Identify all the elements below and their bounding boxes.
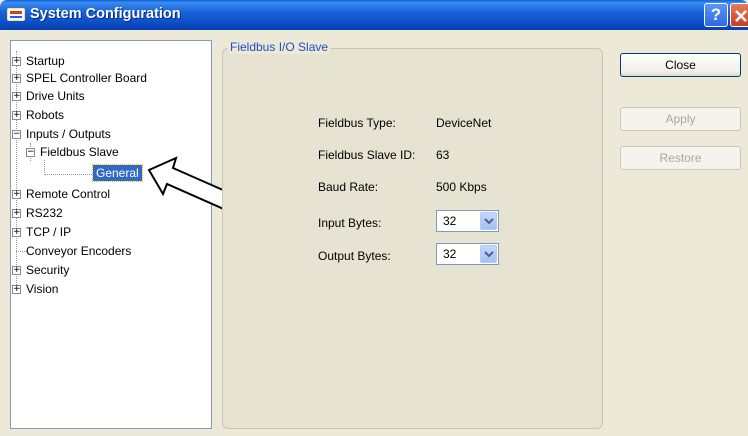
- tree-connector: [44, 160, 45, 175]
- expand-icon[interactable]: +: [12, 92, 21, 101]
- tree-item-label: Robots: [26, 108, 65, 122]
- expand-icon[interactable]: +: [12, 57, 21, 66]
- expand-icon[interactable]: +: [12, 111, 21, 120]
- tree-item-label: Vision: [26, 282, 59, 296]
- tree-item-label: General: [92, 164, 143, 182]
- tree-connector: [16, 51, 17, 291]
- chevron-down-icon: [484, 218, 494, 225]
- expand-icon[interactable]: +: [12, 285, 21, 294]
- tree-connector: [44, 174, 94, 175]
- tree-item-label: Remote Control: [26, 187, 111, 201]
- system-configuration-window: System Configuration ? + Startup + SPEL …: [0, 0, 748, 436]
- output-bytes-value: 32: [443, 247, 457, 261]
- collapse-icon[interactable]: −: [12, 130, 21, 139]
- baud-rate-value: 500 Kbps: [436, 180, 487, 194]
- expand-icon[interactable]: +: [12, 266, 21, 275]
- output-bytes-select[interactable]: 32: [436, 243, 499, 265]
- fieldbus-io-slave-group: [222, 48, 603, 429]
- output-bytes-label: Output Bytes:: [318, 249, 391, 263]
- baud-rate-label: Baud Rate:: [318, 180, 379, 194]
- input-bytes-label: Input Bytes:: [318, 216, 382, 230]
- window-close-button[interactable]: [730, 3, 748, 27]
- expand-icon[interactable]: +: [12, 74, 21, 83]
- expand-icon[interactable]: +: [12, 209, 21, 218]
- app-window-icon: [7, 8, 25, 21]
- input-bytes-dropdown-button[interactable]: [480, 212, 497, 230]
- title-bar[interactable]: System Configuration ?: [0, 0, 748, 30]
- output-bytes-dropdown-button[interactable]: [480, 245, 497, 263]
- input-bytes-select[interactable]: 32: [436, 210, 499, 232]
- tree-item-label: Security: [26, 263, 70, 277]
- fieldbus-type-value: DeviceNet: [436, 116, 492, 130]
- window-title: System Configuration: [30, 6, 181, 22]
- apply-button[interactable]: Apply: [620, 107, 741, 131]
- tree-item-label: RS232: [26, 206, 63, 220]
- tree-item-label: Startup: [26, 54, 65, 68]
- close-button[interactable]: Close: [620, 53, 741, 77]
- chevron-down-icon: [484, 251, 494, 258]
- tree-item-label: TCP / IP: [26, 225, 72, 239]
- expand-icon[interactable]: +: [12, 228, 21, 237]
- tree-item-label: Fieldbus Slave: [40, 145, 119, 159]
- help-button[interactable]: ?: [704, 3, 728, 27]
- group-title: Fieldbus I/O Slave: [228, 40, 331, 54]
- collapse-icon[interactable]: −: [26, 148, 35, 157]
- expand-icon[interactable]: +: [12, 190, 21, 199]
- input-bytes-value: 32: [443, 214, 457, 228]
- close-icon: [735, 10, 747, 22]
- restore-button[interactable]: Restore: [620, 146, 741, 170]
- tree-item-label: Inputs / Outputs: [26, 127, 111, 141]
- fieldbus-type-label: Fieldbus Type:: [318, 116, 396, 130]
- tree-item-label: Drive Units: [26, 89, 85, 103]
- tree-item-label: Conveyor Encoders: [26, 244, 132, 258]
- fieldbus-slave-id-value: 63: [436, 148, 450, 162]
- tree-item-label: SPEL Controller Board: [26, 71, 147, 85]
- fieldbus-slave-id-label: Fieldbus Slave ID:: [318, 148, 416, 162]
- configuration-tree[interactable]: + Startup + SPEL Controller Board + Driv…: [10, 40, 212, 429]
